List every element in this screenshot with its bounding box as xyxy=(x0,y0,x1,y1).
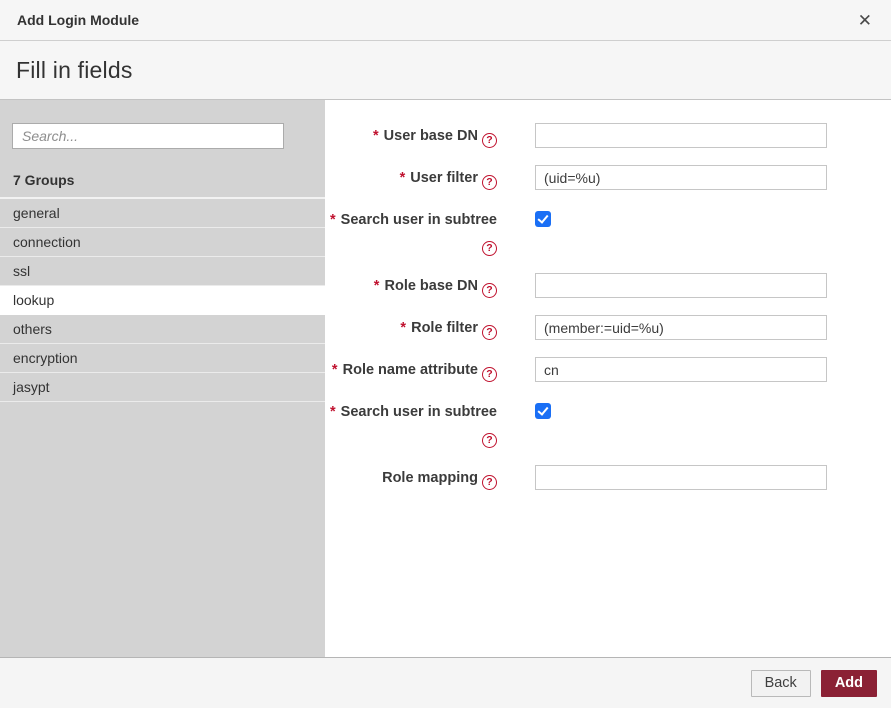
field-control xyxy=(535,123,827,148)
help-icon[interactable]: ? xyxy=(482,241,497,256)
help-icon[interactable]: ? xyxy=(482,175,497,190)
field-label: * Search user in subtree ? xyxy=(325,399,497,448)
input-user-filter[interactable] xyxy=(535,165,827,190)
input-role-base-dn[interactable] xyxy=(535,273,827,298)
form-field-row: * User base DN ? xyxy=(325,123,891,148)
required-asterisk: * xyxy=(400,320,406,336)
sidebar-item-lookup[interactable]: lookup xyxy=(0,286,325,315)
field-label-text: User filter xyxy=(410,170,478,186)
field-label: * User base DN ? xyxy=(325,123,497,148)
form-field-row: Role mapping ? xyxy=(325,465,891,490)
help-icon[interactable]: ? xyxy=(482,283,497,298)
fields-form-area: * User base DN ? * User filter ? * Searc… xyxy=(325,100,891,657)
form-field-row: * Search user in subtree ? xyxy=(325,207,891,256)
input-role-filter[interactable] xyxy=(535,315,827,340)
help-icon[interactable]: ? xyxy=(482,325,497,340)
field-label-text: Search user in subtree xyxy=(341,212,497,228)
search-input[interactable] xyxy=(12,123,284,149)
required-asterisk: * xyxy=(330,212,336,228)
input-user-base-dn[interactable] xyxy=(535,123,827,148)
field-control xyxy=(535,207,551,232)
checkbox-search-user-in-subtree[interactable] xyxy=(535,403,551,419)
form-field-row: * Search user in subtree ? xyxy=(325,399,891,448)
close-icon[interactable]: ✕ xyxy=(856,10,874,31)
field-label-text: Role filter xyxy=(411,320,478,336)
field-control xyxy=(535,465,827,490)
help-icon[interactable]: ? xyxy=(482,433,497,448)
required-asterisk: * xyxy=(330,404,336,420)
add-button[interactable]: Add xyxy=(821,670,877,697)
dialog-footer: Back Add xyxy=(0,657,891,708)
fields-form: * User base DN ? * User filter ? * Searc… xyxy=(325,123,891,490)
dialog-title: Add Login Module xyxy=(17,12,139,28)
dialog-subheader: Fill in fields xyxy=(0,41,891,100)
groups-count-label: 7 Groups xyxy=(13,172,325,188)
groups-sidebar: 7 Groups general connection ssl lookup o… xyxy=(0,100,325,657)
field-control xyxy=(535,273,827,298)
sidebar-item-connection[interactable]: connection xyxy=(0,228,325,257)
field-label: * Role name attribute ? xyxy=(325,357,497,382)
checkbox-search-user-in-subtree[interactable] xyxy=(535,211,551,227)
field-label-text: Search user in subtree xyxy=(341,404,497,420)
sidebar-item-general[interactable]: general xyxy=(0,199,325,228)
field-label: * Role base DN ? xyxy=(325,273,497,298)
field-label-text: Role base DN xyxy=(384,278,477,294)
field-control xyxy=(535,357,827,382)
form-field-row: * Role name attribute ? xyxy=(325,357,891,382)
add-login-module-dialog: Add Login Module ✕ Fill in fields 7 Grou… xyxy=(0,0,891,708)
help-icon[interactable]: ? xyxy=(482,367,497,382)
dialog-header: Add Login Module ✕ xyxy=(0,0,891,41)
form-field-row: * Role base DN ? xyxy=(325,273,891,298)
page-title: Fill in fields xyxy=(16,57,133,84)
sidebar-item-encryption[interactable]: encryption xyxy=(0,344,325,373)
field-label: * User filter ? xyxy=(325,165,497,190)
field-label-text: Role mapping xyxy=(382,470,478,486)
dialog-body: 7 Groups general connection ssl lookup o… xyxy=(0,100,891,657)
field-label: * Search user in subtree ? xyxy=(325,207,497,256)
field-control xyxy=(535,165,827,190)
field-label: Role mapping ? xyxy=(325,465,497,490)
field-label-text: Role name attribute xyxy=(343,362,478,378)
required-asterisk: * xyxy=(374,278,380,294)
required-asterisk: * xyxy=(373,128,379,144)
help-icon[interactable]: ? xyxy=(482,133,497,148)
required-asterisk: * xyxy=(332,362,338,378)
help-icon[interactable]: ? xyxy=(482,475,497,490)
sidebar-item-jasypt[interactable]: jasypt xyxy=(0,373,325,402)
required-asterisk: * xyxy=(400,170,406,186)
input-role-name-attribute[interactable] xyxy=(535,357,827,382)
field-control xyxy=(535,399,551,424)
sidebar-item-ssl[interactable]: ssl xyxy=(0,257,325,286)
form-field-row: * User filter ? xyxy=(325,165,891,190)
field-control xyxy=(535,315,827,340)
field-label-text: User base DN xyxy=(384,128,478,144)
back-button[interactable]: Back xyxy=(751,670,811,697)
group-list: general connection ssl lookup others enc… xyxy=(0,197,325,402)
input-role-mapping[interactable] xyxy=(535,465,827,490)
form-field-row: * Role filter ? xyxy=(325,315,891,340)
field-label: * Role filter ? xyxy=(325,315,497,340)
sidebar-item-others[interactable]: others xyxy=(0,315,325,344)
